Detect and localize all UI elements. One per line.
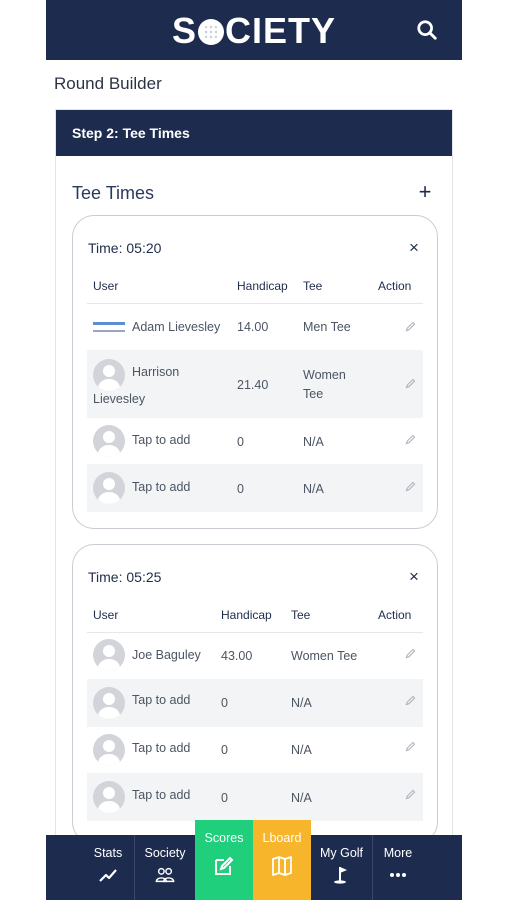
remove-tee-time-button[interactable]: × [407,567,421,587]
tee-time-label: Time: 05:25 [88,569,162,585]
nav-lboard[interactable]: Lboard [253,820,311,900]
pencil-icon[interactable] [404,377,417,390]
map-icon [272,856,292,876]
golf-ball-icon [198,19,224,45]
col-user: User [93,608,119,622]
col-handicap: Handicap [237,279,288,293]
nav-society[interactable]: Society [135,835,195,900]
table-header: User Handicap Tee Action [87,274,423,304]
step-card: Step 2: Tee Times Tee Times + Time: 05:2… [55,109,453,869]
player-tee: Men Tee [303,320,351,334]
table-row[interactable]: Tap to add 0 N/A [87,679,423,727]
avatar [93,425,125,457]
player-name: Adam Lievesley [132,320,221,334]
step-header: Step 2: Tee Times [56,110,452,156]
pencil-icon[interactable] [404,480,417,493]
tee-times-title: Tee Times [72,183,155,203]
avatar [93,687,125,719]
player-handicap: 14.00 [237,320,269,334]
logo-text-left: S [171,10,197,51]
table-header: User Handicap Tee Action [87,603,423,633]
player-handicap: 0 [237,482,244,496]
nav-more[interactable]: More [373,835,423,900]
player-name-line2: Lievesley [93,392,146,406]
table-row[interactable]: Joe Baguley 43.00 Women Tee [87,633,423,679]
player-tee-line2: Tee [303,387,324,401]
player-tee: N/A [291,696,312,710]
add-tee-time-button[interactable]: + [416,180,434,204]
col-action: Action [378,279,412,293]
col-tee: Tee [303,279,323,293]
edit-icon [215,856,234,875]
nav-label: Society [144,846,186,860]
table-row[interactable]: Adam Lievesley 14.00 Men Tee [87,304,423,350]
player-handicap: 0 [221,696,228,710]
col-tee: Tee [291,608,311,622]
avatar [93,781,125,813]
trend-line-icon [99,869,117,882]
player-handicap: 0 [237,435,244,449]
pencil-icon[interactable] [404,647,417,660]
bottom-nav: Stats Society Scores Lboard My Golf More [46,820,462,900]
avatar [93,316,125,338]
nav-label: Scores [204,831,244,845]
nav-label: More [383,846,413,860]
pencil-icon[interactable] [404,433,417,446]
player-tee: N/A [291,791,312,805]
nav-stats[interactable]: Stats [82,835,135,900]
player-name: Joe Baguley [132,648,201,662]
tee-time-card: Time: 05:20 × User Handicap Tee Action A… [72,215,438,529]
society-logo[interactable]: S CIETY [46,10,462,52]
pencil-icon[interactable] [404,694,417,707]
top-bar: S CIETY [46,0,462,60]
table-row[interactable]: Harrison Lievesley 21.40 Women Tee [87,350,423,418]
player-name: Tap to add [132,788,191,802]
player-name: Tap to add [132,693,191,707]
nav-label: Stats [93,846,123,860]
table-row[interactable]: Tap to add 0 N/A [87,773,423,821]
player-tee: Women [303,368,346,382]
avatar [93,734,125,766]
tee-time-card: Time: 05:25 × User Handicap Tee Action J… [72,544,438,844]
player-tee: N/A [303,435,324,449]
player-name: Harrison [132,365,180,379]
table-row[interactable]: Tap to add 0 N/A [87,727,423,773]
player-tee: N/A [291,743,312,757]
page-title: Round Builder [54,74,162,93]
pencil-icon[interactable] [404,320,417,333]
player-handicap: 0 [221,743,228,757]
group-icon [155,867,175,883]
table-row[interactable]: Tap to add 0 N/A [87,418,423,464]
player-tee: N/A [303,482,324,496]
pencil-icon[interactable] [404,740,417,753]
col-action: Action [378,608,412,622]
nav-label: My Golf [319,846,364,860]
remove-tee-time-button[interactable]: × [407,238,421,258]
nav-label: Lboard [262,831,302,845]
col-handicap: Handicap [221,608,272,622]
nav-scores[interactable]: Scores [195,820,253,900]
player-handicap: 0 [221,791,228,805]
table-row[interactable]: Tap to add 0 N/A [87,464,423,512]
avatar [93,472,125,504]
tee-time-label: Time: 05:20 [88,240,162,256]
col-user: User [93,279,119,293]
player-name: Tap to add [132,480,191,494]
player-tee: Women Tee [291,649,358,663]
dots-icon [390,873,406,877]
player-handicap: 21.40 [237,378,269,392]
app-frame: S CIETY Round Builder Step 2: Tee Times T… [46,0,462,900]
golf-flag-icon [333,867,347,884]
search-icon[interactable] [416,19,438,41]
logo-text-right: CIETY [225,10,337,51]
pencil-icon[interactable] [404,788,417,801]
player-name: Tap to add [132,433,191,447]
nav-my-golf[interactable]: My Golf [311,835,373,900]
avatar [93,359,125,391]
player-handicap: 43.00 [221,649,253,663]
player-name: Tap to add [132,741,191,755]
avatar [93,639,125,671]
